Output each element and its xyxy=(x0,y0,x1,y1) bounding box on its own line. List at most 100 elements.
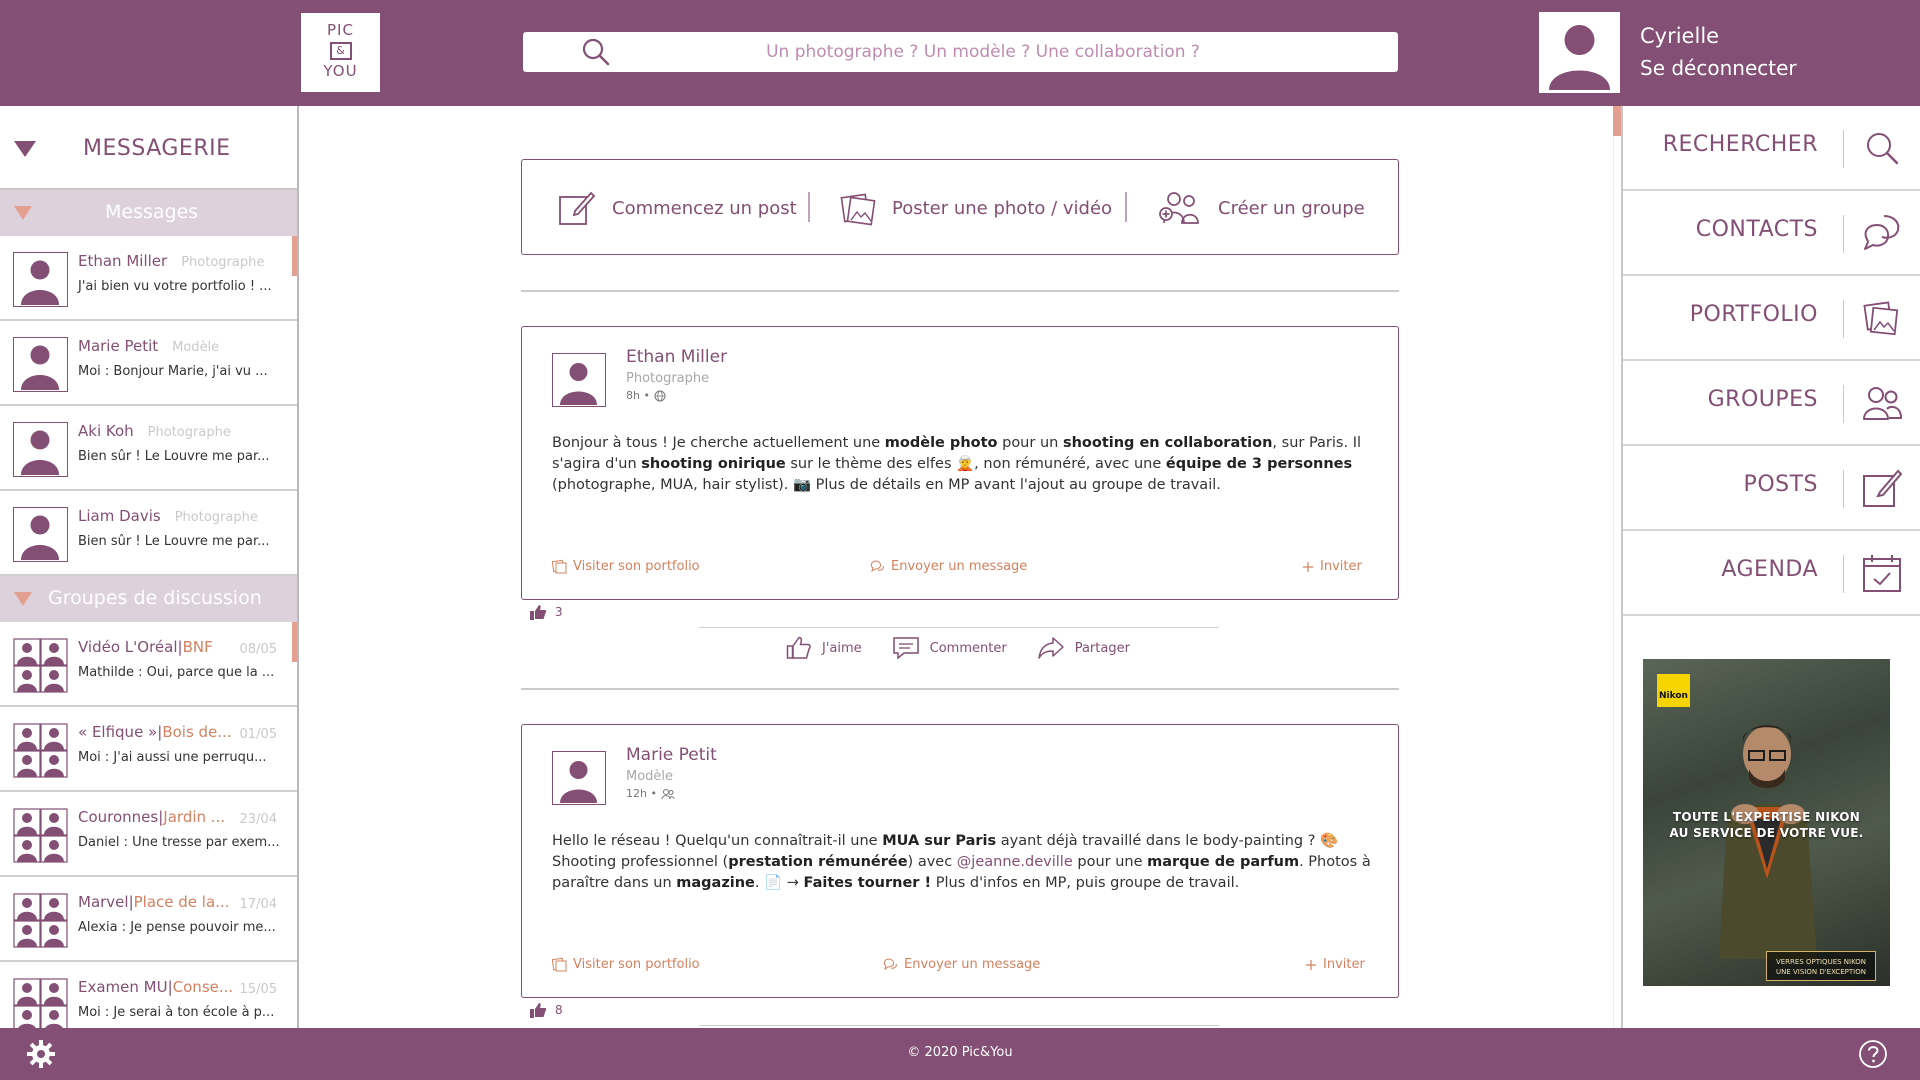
group-thread[interactable]: « Elfique »|Bois de... 01/05 Moi : J'ai au… xyxy=(0,707,297,792)
feed-scrollbar[interactable] xyxy=(1613,106,1621,1028)
post-text: sur le thème des elfes 🧝, non rémunéré, … xyxy=(785,456,1166,472)
photos-icon xyxy=(552,559,567,574)
group-date: 23/04 xyxy=(239,812,277,827)
post-author-role: Photographe xyxy=(626,371,710,386)
group-icon xyxy=(1860,381,1904,425)
bold-text: shooting onirique xyxy=(641,456,786,472)
author-avatar[interactable] xyxy=(552,751,606,805)
scrollbar-thumb[interactable] xyxy=(1613,106,1621,136)
nav-groupes[interactable]: GROUPES xyxy=(1623,361,1920,446)
post-text: (photographe, MUA, hair stylist). 📷 Plus… xyxy=(552,477,1221,493)
message-preview: Moi : Je serai à ton école à p... xyxy=(78,1005,275,1020)
collapse-triangle-icon[interactable] xyxy=(14,141,36,157)
collapse-triangle-icon[interactable] xyxy=(14,592,32,606)
group-date: 08/05 xyxy=(239,642,277,657)
post-author[interactable]: Marie Petit xyxy=(626,745,717,765)
search-input[interactable] xyxy=(623,32,1343,72)
divider xyxy=(1842,555,1844,593)
start-post-button[interactable]: Commencez un post xyxy=(558,160,797,256)
invite-link[interactable]: Inviter xyxy=(1302,559,1362,574)
message-preview: Mathilde : Oui, parce que la ... xyxy=(78,665,275,680)
start-post-label: Commencez un post xyxy=(612,197,797,219)
post-text: ) avec xyxy=(907,854,957,870)
nav-contacts[interactable]: CONTACTS xyxy=(1623,191,1920,276)
bold-text: modèle photo xyxy=(884,435,998,451)
message-thread[interactable]: Ethan Miller Photographe J'ai bien vu votr… xyxy=(0,236,297,321)
post-text: Bonjour à tous ! Je cherche actuellement… xyxy=(552,435,885,451)
bold-text: équipe de 3 personnes xyxy=(1165,456,1353,472)
send-message-link[interactable]: Envoyer un message xyxy=(868,559,1027,574)
mention-link[interactable]: @jeanne.deville xyxy=(957,854,1073,870)
post-card: Marie Petit Modèle 12h • Hello le réseau… xyxy=(521,724,1399,998)
comment-icon xyxy=(892,636,920,660)
post-reactions: J'aime Commenter Partager xyxy=(786,636,1256,660)
group-name: Vidéo L'Oréal xyxy=(78,638,178,656)
visit-portfolio-link[interactable]: Visiter son portfolio xyxy=(552,559,700,574)
author-avatar[interactable] xyxy=(552,353,606,407)
likes-count[interactable]: 8 xyxy=(529,1002,563,1018)
group-thread[interactable]: Vidéo L'Oréal|BNF 08/05 Mathilde : Oui, pa… xyxy=(0,622,297,707)
chat-bubbles-icon xyxy=(868,559,885,574)
nav-rechercher[interactable]: RECHERCHER xyxy=(1623,106,1920,191)
nikon-advertisement[interactable]: Nikon TOUTE L'EXPERTISE NIKON AU SERVICE… xyxy=(1643,659,1890,986)
copyright-text: © 2020 Pic&You xyxy=(907,1045,1013,1060)
message-thread[interactable]: Aki Koh Photographe Bien sûr ! Le Louvre m… xyxy=(0,406,297,491)
share-button[interactable]: Partager xyxy=(1037,636,1130,660)
divider xyxy=(699,627,1219,628)
thumbs-up-icon xyxy=(529,604,547,620)
likes-count[interactable]: 3 xyxy=(529,604,563,620)
message-thread[interactable]: Marie Petit Modèle Moi : Bonjour Marie, j'… xyxy=(0,321,297,406)
group-thread[interactable]: Examen MU|Conse... 15/05 Moi : Je serai à … xyxy=(0,962,297,1028)
post-author[interactable]: Ethan Miller xyxy=(626,347,727,367)
messages-section-header[interactable]: Messages xyxy=(0,190,297,236)
plus-icon xyxy=(1302,561,1314,573)
group-date: 17/04 xyxy=(239,897,277,912)
nav-portfolio[interactable]: PORTFOLIO xyxy=(1623,276,1920,361)
user-avatar[interactable] xyxy=(1539,12,1620,93)
logout-link[interactable]: Se déconnecter xyxy=(1640,56,1797,80)
globe-icon xyxy=(654,390,666,402)
nav-agenda[interactable]: AGENDA xyxy=(1623,531,1920,616)
divider xyxy=(1842,470,1844,508)
groups-section-title: Groupes de discussion xyxy=(48,587,262,609)
help-icon[interactable] xyxy=(1858,1039,1888,1069)
messaging-header[interactable]: MESSAGERIE xyxy=(0,106,297,190)
gear-icon[interactable] xyxy=(26,1039,56,1069)
collapse-triangle-icon[interactable] xyxy=(14,206,32,220)
group-name: Examen MU xyxy=(78,978,168,996)
plus-icon xyxy=(1305,959,1317,971)
contact-name: Liam Davis xyxy=(78,507,161,525)
avatar xyxy=(13,422,68,477)
invite-link[interactable]: Inviter xyxy=(1305,957,1365,972)
group-thread[interactable]: Marvel|Place de la... 17/04 Alexia : Je pe… xyxy=(0,877,297,962)
group-name: Couronnes xyxy=(78,808,159,826)
search-bar[interactable] xyxy=(523,32,1398,72)
like-button[interactable]: J'aime xyxy=(786,636,862,660)
post-media-label: Poster une photo / vidéo xyxy=(892,197,1113,219)
group-date: 15/05 xyxy=(239,982,277,997)
bold-text: MUA sur Paris xyxy=(882,833,997,849)
visit-portfolio-link[interactable]: Visiter son portfolio xyxy=(552,957,700,972)
app-logo[interactable]: PIC & YOU xyxy=(301,13,380,92)
thumbs-up-icon xyxy=(786,636,812,660)
bold-text: shooting en collaboration xyxy=(1062,435,1273,451)
create-group-button[interactable]: Créer un groupe xyxy=(1158,160,1365,256)
post-media-button[interactable]: Poster une photo / vidéo xyxy=(840,160,1112,256)
bold-text: marque de parfum xyxy=(1147,854,1300,870)
chat-bubbles-icon xyxy=(1860,211,1904,255)
search-icon[interactable] xyxy=(581,37,611,67)
messaging-title: MESSAGERIE xyxy=(83,136,231,161)
contact-role: Photographe xyxy=(174,510,258,525)
group-avatar xyxy=(13,893,68,948)
comment-button[interactable]: Commenter xyxy=(892,636,1007,660)
groups-section-header[interactable]: Groupes de discussion xyxy=(0,576,297,622)
post-time: 12h • xyxy=(626,787,675,800)
group-thread[interactable]: Couronnes|Jardin ... 23/04 Daniel : Une tr… xyxy=(0,792,297,877)
post-body: Bonjour à tous ! Je cherche actuellement… xyxy=(552,433,1372,496)
message-thread[interactable]: Liam Davis Photographe Bien sûr ! Le Louvr… xyxy=(0,491,297,576)
nav-posts[interactable]: POSTS xyxy=(1623,446,1920,531)
messages-section-title: Messages xyxy=(105,201,199,223)
contact-name: Ethan Miller xyxy=(78,252,168,270)
send-message-link[interactable]: Envoyer un message xyxy=(881,957,1040,972)
avatar xyxy=(13,507,68,562)
